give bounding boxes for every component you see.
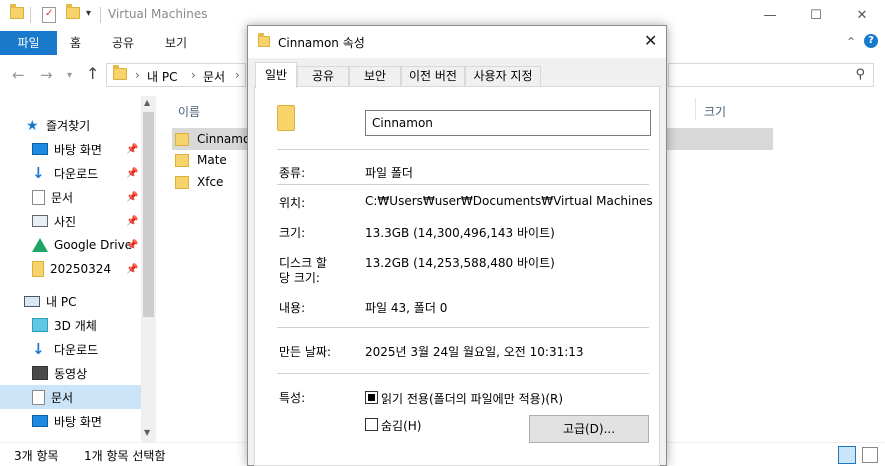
contents-label: 내용: xyxy=(279,301,306,315)
dialog-titlebar: Cinnamon 속성 ✕ xyxy=(248,26,666,58)
readonly-checkbox[interactable] xyxy=(365,391,378,404)
type-label: 종류: xyxy=(279,166,306,180)
location-value: C:₩Users₩user₩Documents₩Virtual Machines xyxy=(365,194,653,208)
properties-dialog: Cinnamon 속성 ✕ 일반 공유 보안 이전 버전 사용자 지정 Cinn… xyxy=(247,25,667,466)
tab-customize[interactable]: 사용자 지정 xyxy=(465,66,541,87)
up-icon[interactable]: ↑ xyxy=(86,64,99,83)
size-label: 크기: xyxy=(279,226,306,240)
size-on-disk-label-line2: 당 크기: xyxy=(279,271,320,285)
type-value: 파일 폴더 xyxy=(365,166,413,180)
separator xyxy=(277,149,649,150)
picture-icon xyxy=(32,215,48,227)
chevron-up-icon[interactable]: ⌃ xyxy=(846,35,856,49)
minimize-icon[interactable]: — xyxy=(747,0,793,31)
status-selected-count: 1개 항목 선택함 xyxy=(84,449,166,463)
folder-icon xyxy=(113,65,127,83)
folder-icon xyxy=(175,153,189,167)
details-view-icon[interactable] xyxy=(838,446,856,464)
tab-home[interactable]: 홈 xyxy=(70,31,81,55)
tab-security[interactable]: 보안 xyxy=(349,66,401,87)
properties-quick-icon[interactable]: ✓ xyxy=(42,7,56,23)
general-tab-panel: Cinnamon 종류: 파일 폴더 위치: C:₩Users₩user₩Doc… xyxy=(254,86,660,466)
close-icon[interactable]: ✕ xyxy=(839,0,885,31)
back-icon[interactable]: ← xyxy=(12,66,25,84)
column-header-size[interactable]: 크기 xyxy=(704,103,726,120)
folder-icon xyxy=(32,261,44,277)
star-icon: ★ xyxy=(26,118,39,134)
desktop-icon xyxy=(32,415,48,427)
document-icon xyxy=(32,189,45,205)
chevron-right-icon: › xyxy=(191,68,196,82)
file-row-cinnamon[interactable]: Cinnamon xyxy=(175,128,258,150)
search-icon: ⚲ xyxy=(855,67,865,82)
chevron-right-icon: › xyxy=(135,68,140,82)
folder-large-icon xyxy=(277,105,295,131)
computer-icon xyxy=(24,295,40,307)
hidden-checkbox[interactable] xyxy=(365,418,378,431)
folder-name-input[interactable]: Cinnamon xyxy=(365,110,651,136)
document-icon xyxy=(32,389,45,405)
separator xyxy=(277,327,649,328)
dialog-close-icon[interactable]: ✕ xyxy=(644,31,657,50)
navigation-pane: ★ 즐겨찾기 바탕 화면 📌 ↓ 다운로드 📌 문서 📌 사진 📌 Google… xyxy=(0,96,157,442)
separator xyxy=(30,7,31,23)
scroll-down-icon[interactable]: ▼ xyxy=(144,428,150,437)
tab-view[interactable]: 보기 xyxy=(165,31,187,55)
desktop-icon xyxy=(32,143,48,155)
customize-quick-access-icon[interactable]: ▾ xyxy=(86,8,91,19)
nav-scrollbar-thumb[interactable] xyxy=(143,112,154,317)
separator xyxy=(277,184,649,185)
readonly-label: 읽기 전용(폴더의 파일에만 적용)(R) xyxy=(381,392,564,406)
advanced-button[interactable]: 고급(D)... xyxy=(529,415,649,443)
tab-share[interactable]: 공유 xyxy=(112,31,134,55)
address-bar[interactable]: › 내 PC › 문서 › xyxy=(106,63,246,87)
download-icon: ↓ xyxy=(32,340,45,358)
chevron-right-icon: › xyxy=(235,68,240,82)
folder-icon xyxy=(258,33,270,50)
tab-file[interactable]: 파일 xyxy=(0,31,57,55)
download-icon: ↓ xyxy=(32,164,45,182)
dialog-title: Cinnamon 속성 xyxy=(278,36,365,50)
size-value: 13.3GB (14,300,496,143 바이트) xyxy=(365,226,555,240)
recent-locations-icon[interactable]: ▾ xyxy=(67,70,72,81)
created-value: 2025년 3월 24일 월요일, 오전 10:31:13 xyxy=(365,345,584,359)
folder-icon xyxy=(175,175,189,189)
separator xyxy=(100,7,101,23)
breadcrumb-documents[interactable]: 문서 xyxy=(203,68,225,85)
hidden-label: 숨김(H) xyxy=(381,419,422,433)
google-drive-icon xyxy=(32,238,48,252)
breadcrumb-this-pc[interactable]: 내 PC xyxy=(147,68,177,85)
large-icons-view-icon[interactable] xyxy=(862,447,878,463)
forward-icon[interactable]: → xyxy=(40,66,53,84)
folder-icon xyxy=(10,4,24,19)
contents-value: 파일 43, 폴더 0 xyxy=(365,301,448,315)
file-row-xfce[interactable]: Xfce xyxy=(175,171,223,193)
tab-previous-versions[interactable]: 이전 버전 xyxy=(401,66,465,87)
size-on-disk-value: 13.2GB (14,253,588,480 바이트) xyxy=(365,256,555,270)
3d-objects-icon xyxy=(32,318,48,332)
new-folder-quick-icon[interactable] xyxy=(66,4,80,19)
window-title: Virtual Machines xyxy=(108,7,208,21)
file-row-mate[interactable]: Mate xyxy=(175,149,227,171)
nav-item-pc-documents[interactable]: 문서 xyxy=(0,385,141,409)
tab-general[interactable]: 일반 xyxy=(255,62,297,88)
help-icon[interactable]: ? xyxy=(864,34,878,48)
column-divider xyxy=(695,98,696,120)
search-input[interactable]: ⚲ xyxy=(668,63,874,87)
attributes-label: 특성: xyxy=(279,391,306,405)
folder-icon xyxy=(175,132,189,146)
maximize-icon[interactable]: ☐ xyxy=(793,0,839,31)
column-header-name[interactable]: 이름 xyxy=(178,103,200,120)
separator xyxy=(277,373,649,374)
scroll-up-icon[interactable]: ▲ xyxy=(144,98,150,107)
video-icon xyxy=(32,366,48,380)
created-label: 만든 날짜: xyxy=(279,345,332,359)
tab-sharing[interactable]: 공유 xyxy=(297,66,349,87)
status-item-count: 3개 항목 xyxy=(14,449,59,463)
location-label: 위치: xyxy=(279,196,306,210)
